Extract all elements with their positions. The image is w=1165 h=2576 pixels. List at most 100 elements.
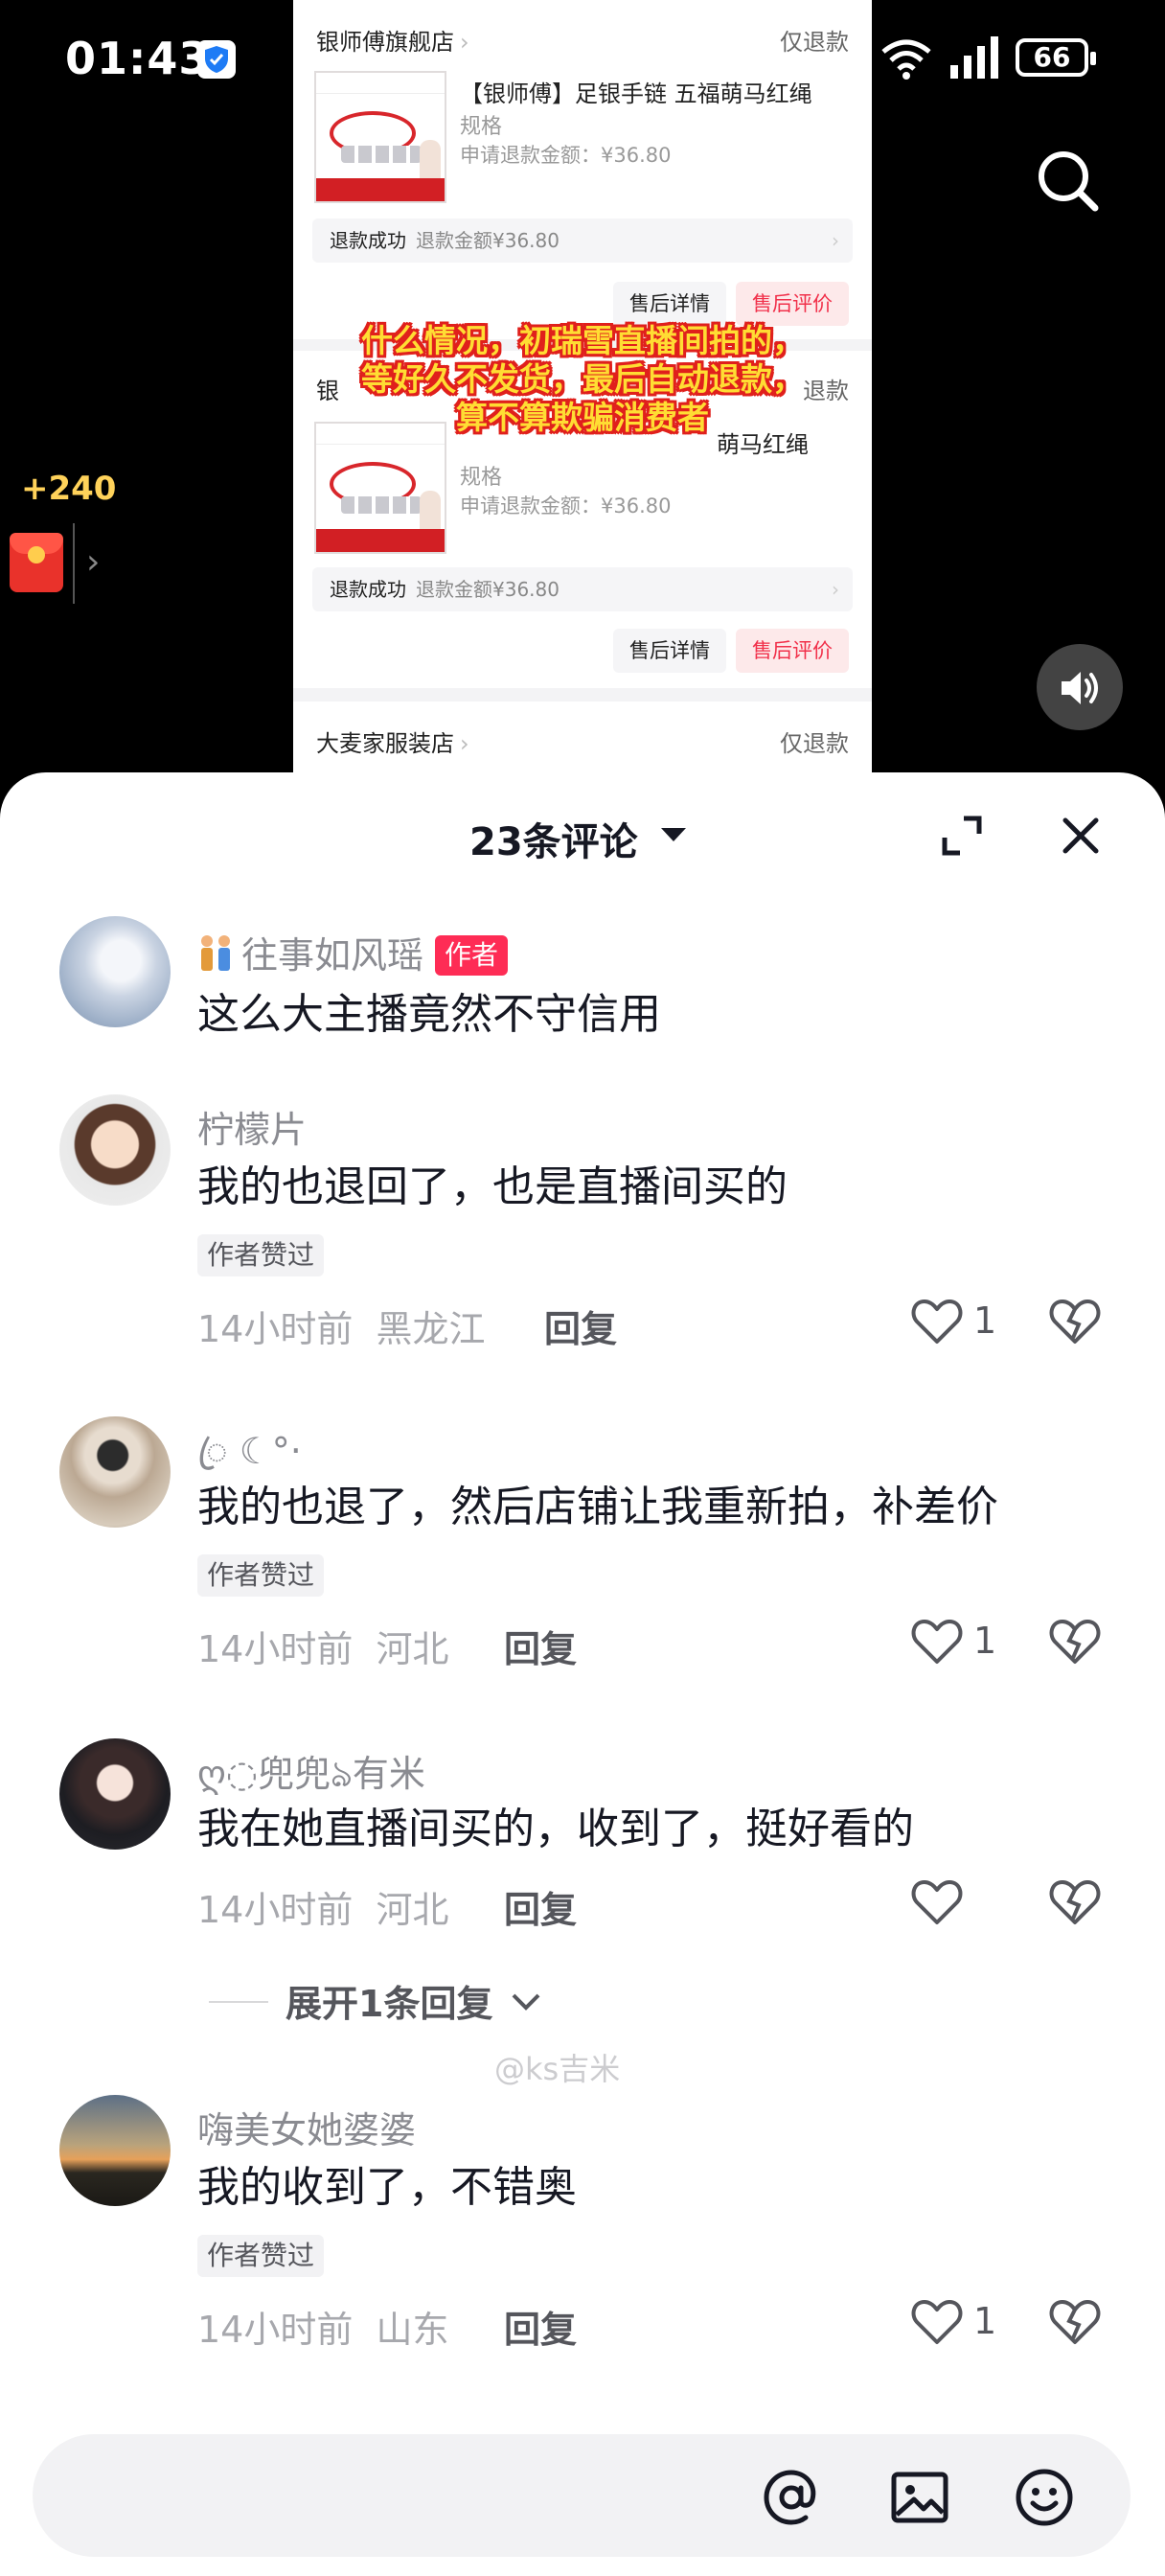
divider — [209, 2001, 268, 2003]
broken-heart-icon[interactable] — [1048, 1878, 1102, 1926]
comment-item[interactable]: ꦿ ☾°· 我的也退了，然后店铺让我重新拍，补差价 作者赞过 14小时前 河北 … — [0, 1416, 1165, 1704]
avatar[interactable] — [59, 1738, 171, 1850]
shield-icon — [197, 40, 236, 79]
comment-meta: 14小时前 河北 — [197, 1880, 449, 1933]
comment-input-bar — [33, 2434, 1131, 2557]
comment-location: 河北 — [376, 1889, 449, 1931]
video-area[interactable]: 01:43 66 银师傅旗舰店› 仅退款 【银师傅】足银手链 五福萌马红绳 规 — [0, 0, 1165, 795]
mention-icon[interactable] — [761, 2467, 822, 2528]
divider — [73, 523, 75, 604]
search-icon[interactable] — [1035, 148, 1100, 213]
reply-button[interactable]: 回复 — [544, 1300, 617, 1352]
reply-button[interactable]: 回复 — [504, 2300, 577, 2353]
comment-username[interactable]: 往事如风瑶 作者 — [197, 926, 509, 978]
avatar[interactable] — [59, 1416, 171, 1528]
coin-reward-label: +240 — [21, 470, 117, 508]
like-count: 1 — [973, 1300, 997, 1342]
product-image — [314, 71, 446, 203]
after-sale-review-button: 售后评价 — [736, 282, 849, 326]
author-liked-badge: 作者赞过 — [197, 1554, 325, 1597]
chevron-down-icon — [512, 1993, 540, 2011]
refund-status-bar: 退款成功 退款金额¥36.80 › — [312, 567, 853, 611]
comment-item[interactable]: 嗨美女她婆婆 我的收到了，不错奥 作者赞过 14小时前 山东 回复 1 — [0, 2095, 1165, 2382]
comment-meta: 14小时前 黑龙江 — [197, 1300, 486, 1352]
comment-meta: 14小时前 山东 — [197, 2300, 449, 2353]
status-time: 01:43 — [65, 33, 211, 84]
comment-item[interactable]: 往事如风瑶 作者 这么大主播竟然不守信用 — [0, 916, 1165, 1070]
shop-name: 大麦家服装店 › — [316, 730, 469, 757]
refund-type: 仅退款 — [780, 29, 849, 56]
after-sale-review-button: 售后评价 — [736, 629, 849, 673]
comment-location: 黑龙江 — [376, 1308, 486, 1350]
author-liked-badge: 作者赞过 — [197, 2235, 325, 2277]
refund-status-bar: 退款成功 退款金额¥36.80 › — [312, 218, 853, 263]
product-spec: 规格 — [460, 466, 503, 490]
author-liked-badge: 作者赞过 — [197, 1234, 325, 1276]
comment-time: 14小时前 — [197, 1889, 354, 1931]
avatar[interactable] — [59, 916, 171, 1027]
status-icons: 66 — [878, 34, 1098, 82]
order-screenshot: 银师傅旗舰店 › 仅退款 【银师傅】足银手链 五福萌马红绳 规格 申请退款金额：¥… — [293, 0, 872, 795]
heart-icon[interactable] — [910, 1298, 964, 1346]
image-icon[interactable] — [889, 2467, 950, 2528]
product-title: 【银师傅】足银手链 五福萌马红绳 — [460, 80, 812, 107]
avatar[interactable] — [59, 2095, 171, 2206]
comments-count-title[interactable]: 23条评论 — [469, 811, 638, 866]
reply-button[interactable]: 回复 — [504, 1620, 577, 1672]
after-sale-detail-button: 售后详情 — [613, 282, 726, 326]
video-caption-overlay: 什么情况，初瑞雪直播间拍的， 等好久不发货，最后自动退款， 算不算欺骗消费者 — [293, 322, 872, 437]
after-sale-detail-button: 售后详情 — [613, 629, 726, 673]
red-packet-icon[interactable] — [10, 533, 63, 592]
like-count: 1 — [973, 2300, 997, 2342]
expand-replies-button[interactable]: 展开1条回复 — [286, 1974, 542, 2027]
comment-text: 我的收到了，不错奥 — [197, 2163, 577, 2212]
close-icon[interactable] — [1060, 815, 1102, 857]
comment-location: 山东 — [376, 2309, 449, 2351]
comment-username[interactable]: 嗨美女她婆婆 — [197, 2101, 416, 2153]
comment-text: 这么大主播竟然不守信用 — [197, 990, 661, 1039]
comment-text: 我的也退了，然后店铺让我重新拍，补差价 — [197, 1483, 998, 1531]
reply-button[interactable]: 回复 — [504, 1880, 577, 1933]
like-count: 1 — [973, 1620, 997, 1662]
comment-item[interactable]: ღ◌兜兜ঌ有米 我在她直播间买的，收到了，挺好看的 14小时前 河北 回复 展开… — [0, 1738, 1165, 2036]
comment-text: 我的也退回了，也是直播间买的 — [197, 1162, 788, 1211]
comments-sheet: 23条评论 往事如风瑶 作者 这么大主播竟然不守信用 柠檬片 我的也退回了，也是直… — [0, 772, 1165, 2576]
comment-time: 14小时前 — [197, 1628, 354, 1670]
signal-icon — [950, 36, 998, 79]
couple-emoji-icon — [197, 933, 234, 972]
comment-username[interactable]: 柠檬片 — [197, 1100, 307, 1153]
comment-meta: 14小时前 河北 — [197, 1620, 449, 1672]
caret-down-icon[interactable] — [661, 828, 686, 841]
wifi-icon — [881, 39, 931, 80]
comment-time: 14小时前 — [197, 1308, 354, 1350]
caption-line: 什么情况，初瑞雪直播间拍的， — [361, 322, 804, 359]
requested-amount: 申请退款金额：¥36.80 — [460, 494, 672, 518]
caption-line: 等好久不发货，最后自动退款， — [361, 360, 804, 398]
caption-line: 算不算欺骗消费者 — [456, 399, 709, 436]
refund-type: 仅退款 — [780, 730, 849, 757]
comment-input[interactable] — [80, 2472, 377, 2518]
product-spec: 规格 — [460, 115, 503, 139]
battery-indicator: 66 — [1016, 38, 1096, 77]
product-image — [314, 422, 446, 554]
comment-time: 14小时前 — [197, 2309, 354, 2351]
broken-heart-icon[interactable] — [1048, 1298, 1102, 1346]
broken-heart-icon[interactable] — [1048, 1618, 1102, 1666]
shop-name: 银师傅旗舰店 › — [316, 29, 469, 56]
requested-amount: 申请退款金额：¥36.80 — [460, 144, 672, 167]
comment-location: 河北 — [376, 1628, 449, 1670]
chevron-right-icon[interactable]: › — [86, 542, 100, 582]
emoji-icon[interactable] — [1014, 2467, 1075, 2528]
heart-icon[interactable] — [910, 1618, 964, 1666]
heart-icon[interactable] — [910, 2298, 964, 2346]
author-badge: 作者 — [435, 935, 509, 976]
comment-item[interactable]: 柠檬片 我的也退回了，也是直播间买的 作者赞过 14小时前 黑龙江 回复 1 — [0, 1094, 1165, 1382]
volume-button[interactable] — [1037, 644, 1123, 730]
comment-text: 我在她直播间买的，收到了，挺好看的 — [197, 1805, 914, 1853]
broken-heart-icon[interactable] — [1048, 2298, 1102, 2346]
avatar[interactable] — [59, 1094, 171, 1206]
expand-icon[interactable] — [941, 815, 983, 857]
heart-icon[interactable] — [910, 1878, 964, 1926]
watermark: @ks吉米 — [494, 2051, 621, 2087]
order-card: 银师傅旗舰店 › 仅退款 【银师傅】足银手链 五福萌马红绳 规格 申请退款金额：¥… — [293, 0, 872, 339]
